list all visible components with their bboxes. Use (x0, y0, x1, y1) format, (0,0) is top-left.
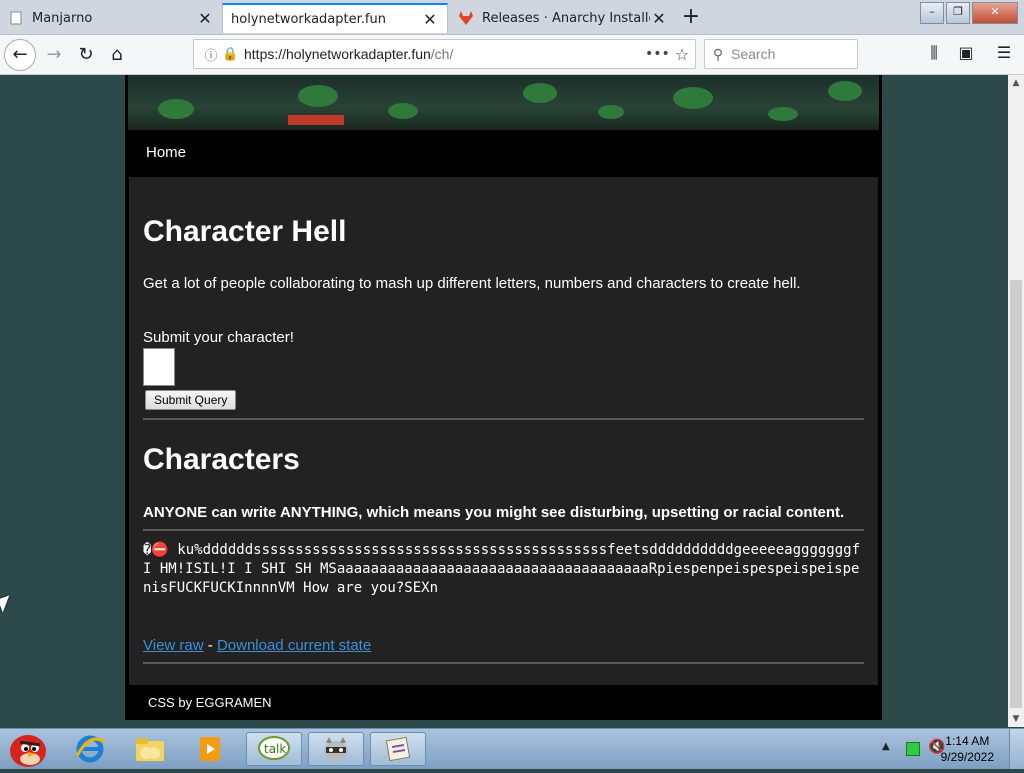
library-icon[interactable]: ⫼ (922, 43, 946, 63)
bookmark-star-icon[interactable]: ☆ (669, 45, 695, 64)
clock-time: 1:14 AM (945, 734, 990, 748)
characters-heading: Characters (143, 443, 300, 476)
banner-image (128, 75, 879, 130)
main-content: Character Hell Get a lot of people colla… (129, 177, 878, 685)
network-icon[interactable] (906, 742, 920, 756)
tab-holynetworkadapter[interactable]: holynetworkadapter.fun ✕ (222, 3, 448, 33)
home-button[interactable]: ⌂ (103, 41, 131, 69)
mouse-cursor-icon (0, 595, 15, 613)
url-bar[interactable]: ⓘ 🔒 https://holynetworkadapter.fun/ch/ •… (193, 39, 696, 69)
character-input[interactable] (143, 348, 175, 386)
search-input[interactable]: ⚲ Search (704, 39, 858, 69)
close-icon[interactable]: ✕ (650, 9, 668, 28)
page-icon (8, 10, 24, 26)
site-container: Home Character Hell Get a lot of people … (125, 75, 882, 720)
navigation-toolbar: ← → ↻ ⌂ ⓘ 🔒 https://holynetworkadapter.f… (0, 35, 1024, 75)
new-tab-button[interactable]: + (680, 4, 702, 29)
close-icon[interactable]: ✕ (421, 10, 439, 29)
tab-label: holynetworkadapter.fun (231, 11, 386, 27)
url-host: https://holynetworkadapter.fun (244, 46, 431, 62)
tab-releases[interactable]: Releases · Anarchy Installer / i ✕ (450, 3, 676, 33)
restore-button[interactable]: ❐ (946, 2, 970, 24)
scroll-thumb[interactable] (1010, 280, 1022, 708)
submit-button[interactable]: Submit Query (145, 390, 237, 410)
divider (143, 529, 864, 531)
tab-label: Manjarno (32, 10, 93, 26)
taskbar: talk ▲ 🔇 1:14 AM 9/29/2022 (0, 728, 1024, 769)
links-row: View raw - Download current state (143, 637, 371, 654)
file-explorer-icon[interactable] (122, 732, 178, 766)
search-icon: ⚲ (712, 45, 724, 62)
back-button[interactable]: ← (4, 39, 36, 71)
page-actions-icon[interactable]: ••• (645, 46, 670, 62)
url-path: /ch/ (430, 46, 454, 62)
svg-text:talk: talk (264, 742, 286, 756)
nav-home-link[interactable]: Home (146, 144, 186, 161)
tab-manjarno[interactable]: Manjarno ✕ (0, 3, 222, 33)
angry-birds-start-icon[interactable] (4, 729, 48, 769)
tab-label: Releases · Anarchy Installer / i (482, 10, 650, 26)
clock-date: 9/29/2022 (940, 750, 994, 764)
download-state-link[interactable]: Download current state (217, 637, 371, 654)
page-title: Character Hell (143, 215, 347, 248)
gitlab-icon (458, 10, 474, 26)
search-placeholder: Search (731, 46, 776, 62)
info-icon[interactable]: ⓘ (200, 45, 222, 64)
scroll-down-arrow-icon[interactable]: ▼ (1008, 711, 1024, 727)
footer-credit: CSS by EGGRAMEN (148, 695, 272, 710)
menu-icon[interactable]: ☰ (992, 43, 1016, 62)
vertical-scrollbar[interactable]: ▲ ▼ (1008, 75, 1024, 727)
site-footer: CSS by EGGRAMEN (128, 687, 879, 720)
system-tray: ▲ 🔇 1:14 AM 9/29/2022 (854, 729, 1024, 769)
form-label: Submit your character! (143, 329, 294, 346)
sidebar-icon[interactable]: ▣ (954, 43, 978, 62)
internet-explorer-icon[interactable] (62, 732, 118, 766)
close-icon[interactable]: ✕ (196, 9, 214, 28)
media-player-icon[interactable] (182, 732, 238, 766)
scroll-up-arrow-icon[interactable]: ▲ (1008, 75, 1024, 91)
forward-button[interactable]: → (40, 41, 68, 69)
reload-button[interactable]: ↻ (72, 41, 100, 69)
view-raw-link[interactable]: View raw (143, 637, 204, 654)
window-controls: – ❐ ✕ (920, 2, 1018, 24)
divider (143, 418, 864, 420)
divider (143, 662, 864, 664)
minimize-button[interactable]: – (920, 2, 944, 24)
notepad-app-icon[interactable] (370, 732, 426, 766)
raccoon-app-icon[interactable] (308, 732, 364, 766)
talk-icon[interactable]: talk (246, 732, 302, 766)
tab-bar: Manjarno ✕ holynetworkadapter.fun ✕ Rele… (0, 0, 1024, 35)
url-text[interactable]: https://holynetworkadapter.fun/ch/ (244, 46, 645, 62)
close-window-button[interactable]: ✕ (972, 2, 1018, 24)
lock-icon: 🔒 (222, 46, 239, 62)
characters-text: �⛔ ku%ddddddssssssssssssssssssssssssssss… (143, 542, 861, 596)
show-hidden-icons-icon[interactable]: ▲ (882, 741, 890, 752)
site-nav: Home (128, 130, 879, 176)
intro-text: Get a lot of people collaborating to mas… (143, 275, 801, 292)
page-viewport: Home Character Hell Get a lot of people … (0, 75, 1008, 727)
content-warning: ANYONE can write ANYTHING, which means y… (143, 504, 845, 521)
show-desktop-button[interactable] (1009, 729, 1024, 769)
link-separator: - (203, 637, 217, 654)
clock[interactable]: 1:14 AM 9/29/2022 (941, 733, 994, 765)
